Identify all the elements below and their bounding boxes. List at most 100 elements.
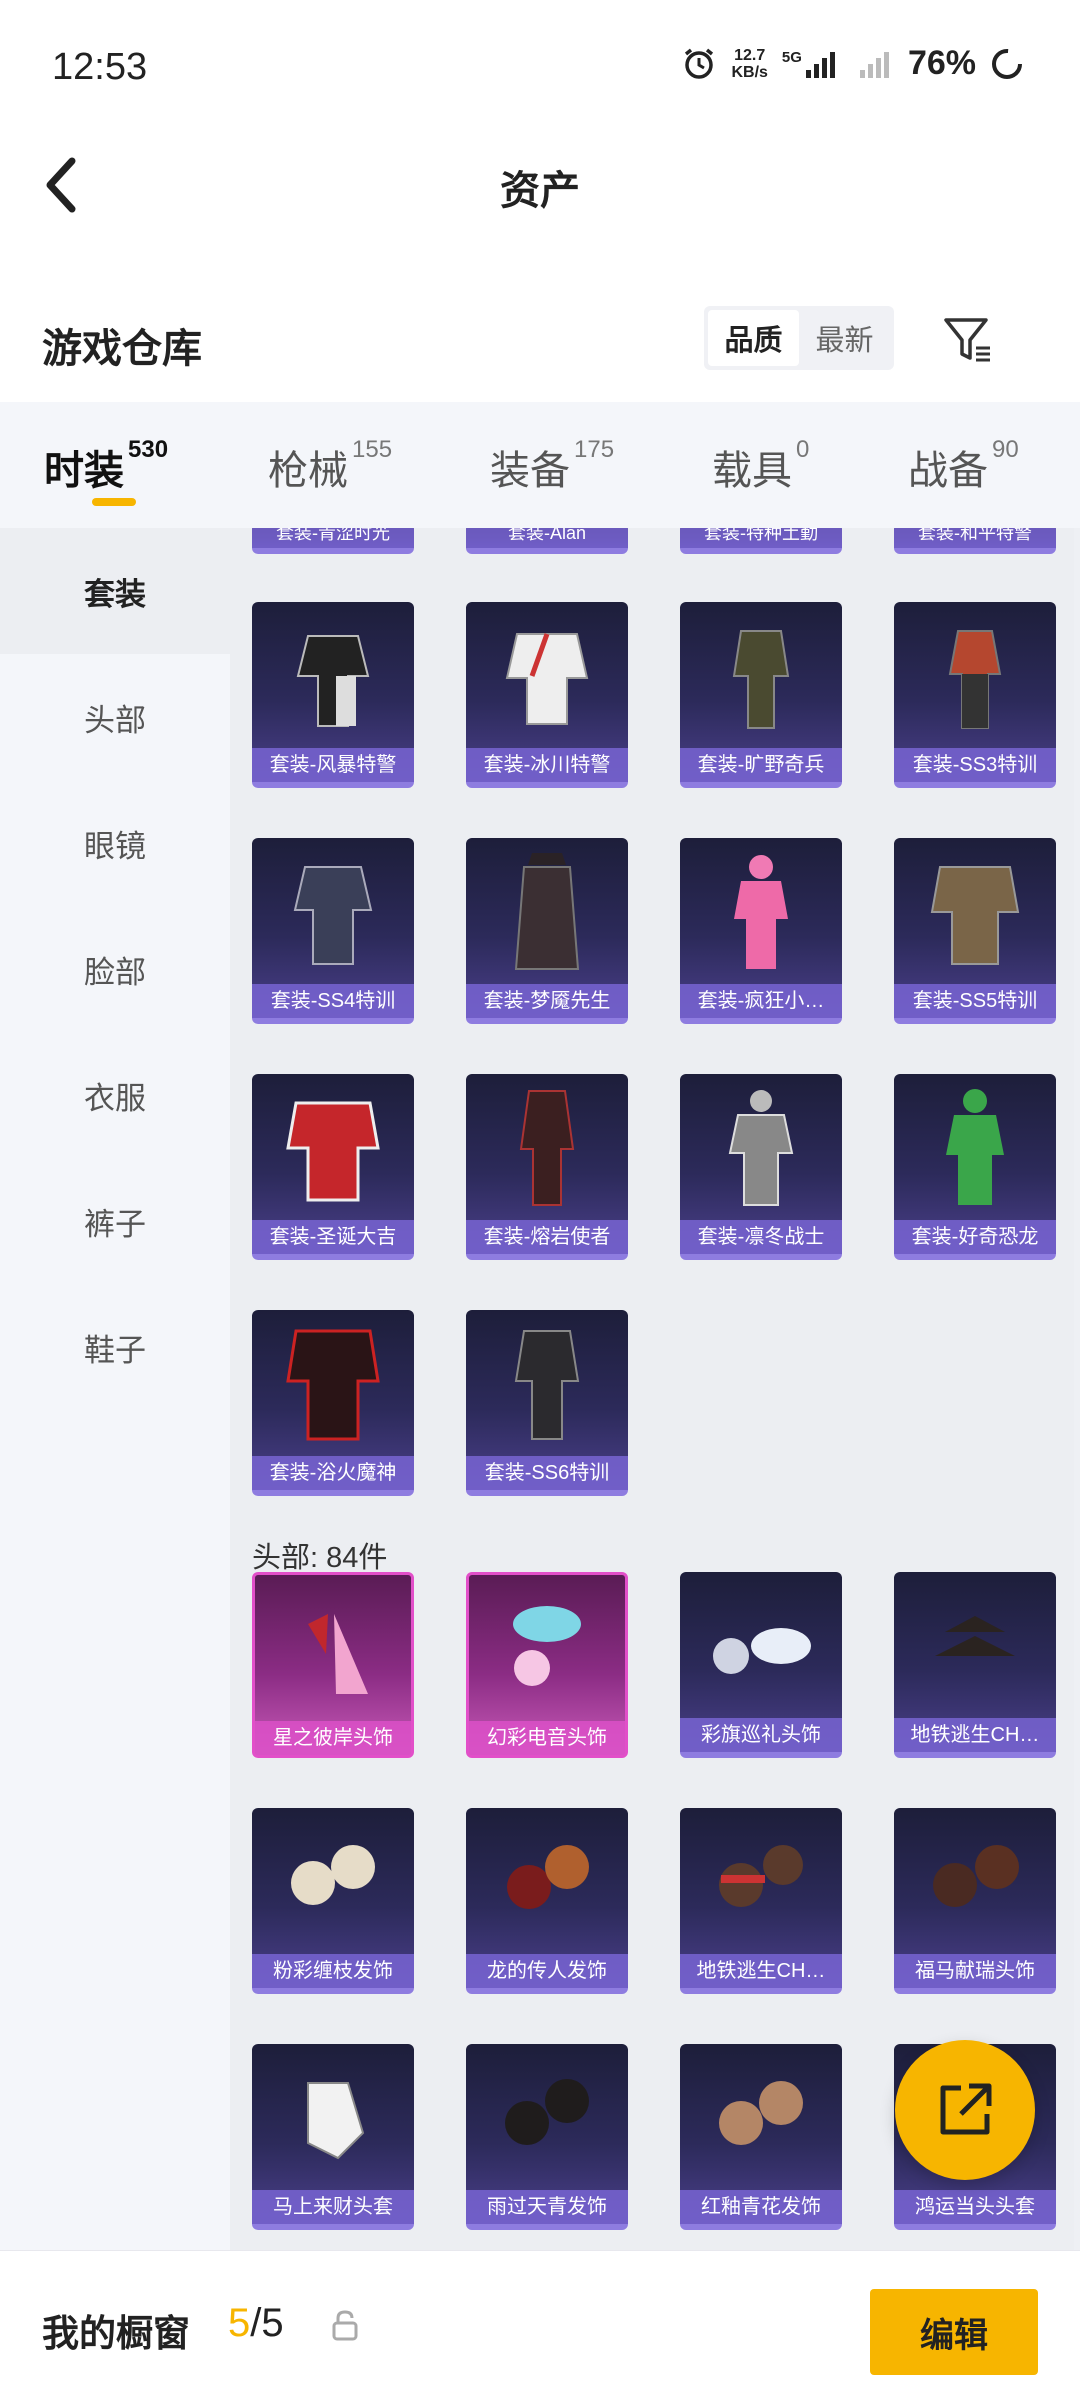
item-label: 套装-旷野奇兵 (680, 748, 842, 782)
item-label: 套装-熔岩使者 (466, 1220, 628, 1254)
item-card[interactable]: 套装-Alan (466, 528, 628, 554)
item-card[interactable]: 彩旗巡礼头饰 (680, 1572, 842, 1758)
sidebar-item-glasses[interactable]: 眼镜 (0, 780, 230, 906)
item-card[interactable]: 套装-SS6特训 (466, 1310, 628, 1496)
item-card[interactable]: 地铁逃生CH… (680, 1808, 842, 1994)
item-label: 套装-风暴特警 (252, 748, 414, 782)
item-label: 龙的传人发饰 (466, 1954, 628, 1988)
tab-vehicles[interactable]: 载具 0 (712, 436, 809, 496)
sidebar-item-face[interactable]: 脸部 (0, 906, 230, 1032)
page-title: 资产 (500, 169, 580, 213)
headwear-icon (466, 2044, 628, 2192)
tab-weapons[interactable]: 枪械 155 (268, 436, 392, 496)
alarm-icon (685, 48, 714, 79)
item-label: 马上来财头套 (252, 2190, 414, 2224)
item-label: 套装-和平特警 (894, 528, 1056, 548)
item-card[interactable]: 套装-青涩时光 (252, 528, 414, 554)
item-card[interactable]: 红釉青花发饰 (680, 2044, 842, 2230)
tab-fashion[interactable]: 时装 530 (44, 436, 168, 496)
item-grid-scroll: 套装-青涩时光 套装-Alan 套装-特种土勤 套装-和平特警 套装-风暴特警 … (230, 528, 1074, 2250)
outfit-icon (252, 602, 414, 750)
item-card[interactable]: 福马献瑞头饰 (894, 1808, 1056, 1994)
item-card[interactable]: 套装-特种土勤 (680, 528, 842, 554)
showcase-count: 5/5 (228, 2301, 284, 2346)
battery-percent: 76% (907, 44, 976, 82)
sidebar-item-clothes[interactable]: 衣服 (0, 1032, 230, 1158)
signal-weak-icon (859, 51, 889, 78)
item-card[interactable]: 套装-冰川特警 (466, 602, 628, 788)
outfit-icon (466, 602, 628, 750)
item-card[interactable]: 套装-浴火魔神 (252, 1310, 414, 1496)
outfit-icon (894, 602, 1056, 750)
item-label: 套装-梦魇先生 (466, 984, 628, 1018)
edit-button[interactable]: 编辑 (870, 2289, 1038, 2375)
signal-strong-icon (805, 51, 835, 78)
external-link-icon (940, 2083, 992, 2135)
sidebar-item-head[interactable]: 头部 (0, 654, 230, 780)
item-label: 福马献瑞头饰 (894, 1954, 1056, 1988)
sort-newest-button[interactable]: 最新 (799, 310, 890, 366)
showcase-total: /5 (250, 2301, 284, 2345)
item-card[interactable]: 套装-和平特警 (894, 528, 1056, 554)
sort-quality-button[interactable]: 品质 (708, 310, 799, 366)
item-card[interactable]: 地铁逃生CH… (894, 1572, 1056, 1758)
item-card[interactable]: 套装-风暴特警 (252, 602, 414, 788)
warehouse-title: 游戏仓库 (42, 327, 202, 371)
item-card[interactable]: 套装-SS4特训 (252, 838, 414, 1024)
item-label: 套装-SS5特训 (894, 984, 1056, 1018)
item-card[interactable]: 粉彩缠枝发饰 (252, 1808, 414, 1994)
item-label: 地铁逃生CH… (894, 1718, 1056, 1752)
tab-label: 装备 (490, 449, 570, 493)
network-type: 5G (782, 48, 844, 80)
item-card[interactable]: 套装-旷野奇兵 (680, 602, 842, 788)
item-card[interactable]: 套装-SS3特训 (894, 602, 1056, 788)
outfit-icon (252, 838, 414, 986)
item-card[interactable]: 套装-凛冬战士 (680, 1074, 842, 1260)
active-tab-indicator (92, 498, 136, 506)
item-card[interactable]: 雨过天青发饰 (466, 2044, 628, 2230)
item-label: 套装-冰川特警 (466, 748, 628, 782)
item-card[interactable]: 套装-圣诞大吉 (252, 1074, 414, 1260)
item-label: 套装-圣诞大吉 (252, 1220, 414, 1254)
head-section-label: 头部: 84件 (252, 1542, 388, 1574)
sidebar-item-suits[interactable]: 套装 (0, 528, 230, 654)
outfit-icon (252, 1310, 414, 1458)
filter-button[interactable] (938, 310, 998, 370)
sidebar-item-shoes[interactable]: 鞋子 (0, 1284, 230, 1410)
tab-gear[interactable]: 战备 90 (908, 436, 1019, 496)
tab-label: 载具 (712, 449, 792, 493)
item-card[interactable]: 套装-好奇恐龙 (894, 1074, 1056, 1260)
item-card[interactable]: 套装-熔岩使者 (466, 1074, 628, 1260)
headwear-icon (252, 2044, 414, 2192)
item-label: 雨过天青发饰 (466, 2190, 628, 2224)
item-label: 彩旗巡礼头饰 (680, 1718, 842, 1752)
lock-icon (332, 2310, 358, 2341)
item-card[interactable]: 套装-SS5特训 (894, 838, 1056, 1024)
headwear-icon (469, 1575, 625, 1723)
tab-equipment[interactable]: 装备 175 (490, 436, 614, 496)
item-label: 套装-Alan (466, 528, 628, 548)
item-label: 套装-疯狂小… (680, 984, 842, 1018)
headwear-icon (680, 1572, 842, 1720)
tab-label: 枪械 (268, 449, 348, 493)
outfit-icon (252, 1074, 414, 1222)
filter-icon (944, 318, 990, 362)
outfit-icon (466, 1310, 628, 1458)
share-button[interactable] (895, 2040, 1035, 2180)
item-label: 套装-SS3特训 (894, 748, 1056, 782)
item-label: 套装-凛冬战士 (680, 1220, 842, 1254)
headwear-icon (894, 1572, 1056, 1720)
item-card[interactable]: 套装-疯狂小… (680, 838, 842, 1024)
status-bar: 12:53 12.7 KB/s 5G 76% (0, 0, 1080, 140)
item-card[interactable]: 马上来财头套 (252, 2044, 414, 2230)
showcase-current: 5 (228, 2301, 251, 2345)
item-label: 套装-特种土勤 (680, 528, 842, 548)
item-card[interactable]: 星之彼岸头饰 (252, 1572, 414, 1758)
item-label: 鸿运当头头套 (894, 2190, 1056, 2224)
item-label: 套装-SS4特训 (252, 984, 414, 1018)
sidebar-item-pants[interactable]: 裤子 (0, 1158, 230, 1284)
item-card[interactable]: 套装-梦魇先生 (466, 838, 628, 1024)
item-card[interactable]: 龙的传人发饰 (466, 1808, 628, 1994)
item-card[interactable]: 幻彩电音头饰 (466, 1572, 628, 1758)
outfit-icon (894, 838, 1056, 986)
